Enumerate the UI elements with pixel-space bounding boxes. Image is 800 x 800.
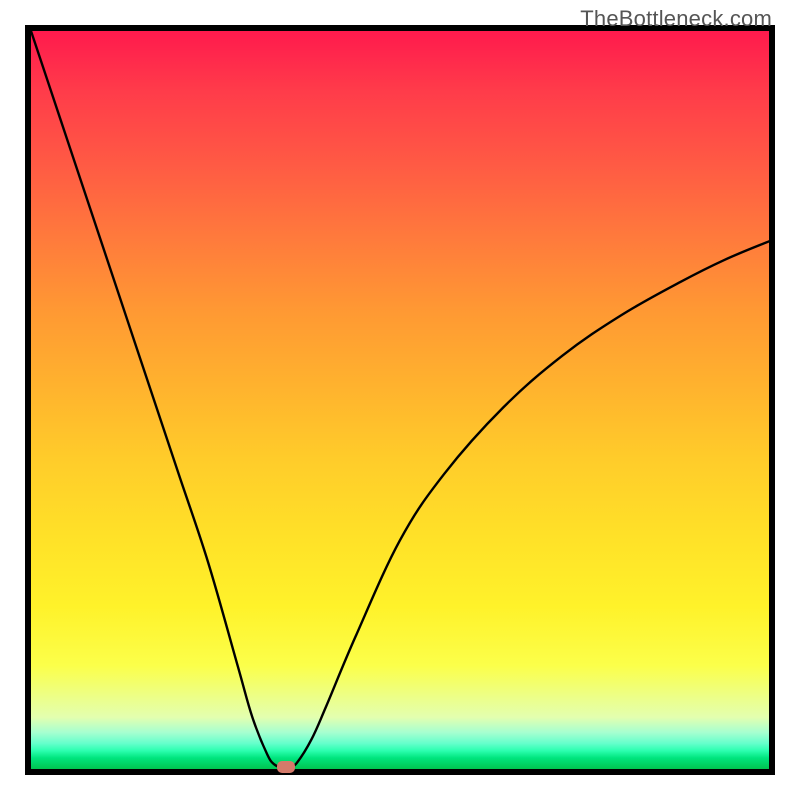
bottleneck-curve-path — [31, 31, 769, 769]
min-point-marker — [277, 761, 295, 773]
chart-outer-frame — [25, 25, 775, 775]
watermark-label: TheBottleneck.com — [580, 6, 772, 32]
chart-plot-area — [31, 31, 769, 769]
bottleneck-curve-svg — [31, 31, 769, 769]
